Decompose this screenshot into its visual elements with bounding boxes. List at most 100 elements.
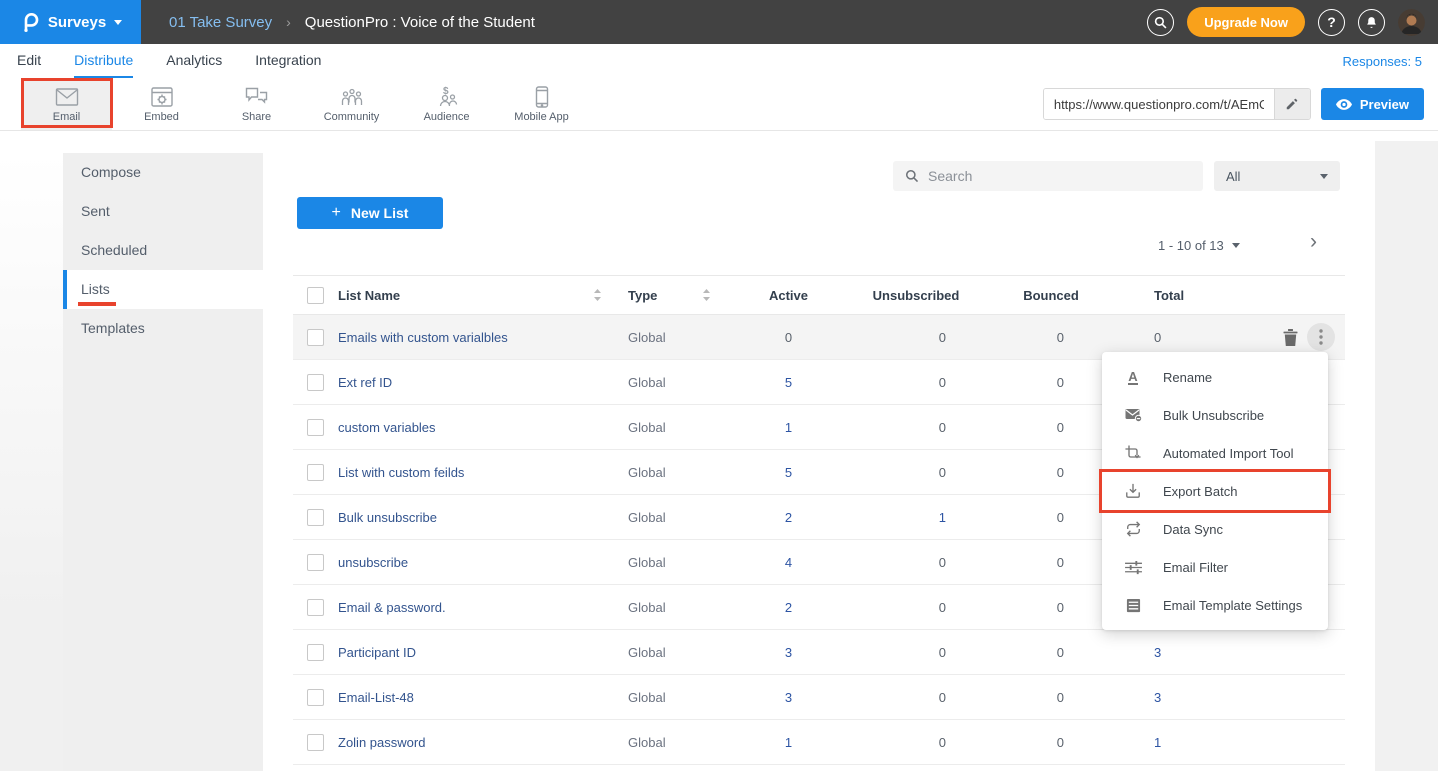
channel-mobile-app[interactable]: Mobile App <box>496 79 587 130</box>
preview-button[interactable]: Preview <box>1321 88 1424 120</box>
table-row: Email-List-48 Global 3 0 0 3 <box>293 675 1345 720</box>
channel-community[interactable]: Community <box>306 79 397 130</box>
row-checkbox[interactable] <box>307 599 324 616</box>
menu-item-export-batch[interactable]: Export Batch <box>1102 472 1328 510</box>
row-checkbox[interactable] <box>307 464 324 481</box>
channel-email[interactable]: Email <box>21 79 112 130</box>
sort-type-icon[interactable] <box>702 288 711 302</box>
list-filter-dropdown[interactable]: All <box>1214 161 1340 191</box>
sidebar-item-sent[interactable]: Sent <box>63 192 263 231</box>
channel-label: Audience <box>424 111 470 123</box>
active-count: 3 <box>741 645 836 660</box>
list-name-link[interactable]: Participant ID <box>338 645 606 660</box>
mobile-phone-icon <box>535 85 549 108</box>
list-name-link[interactable]: List with custom feilds <box>338 465 606 480</box>
eye-icon <box>1336 99 1352 110</box>
channel-label: Embed <box>144 111 179 123</box>
row-checkbox[interactable] <box>307 329 324 346</box>
help-icon[interactable]: ? <box>1318 9 1345 36</box>
search-input[interactable] <box>928 168 1191 184</box>
embed-icon <box>151 85 173 108</box>
responses-count[interactable]: Responses: 5 <box>1343 54 1423 69</box>
row-checkbox[interactable] <box>307 644 324 661</box>
audience-dollar-icon: $ <box>435 85 459 108</box>
sort-list-name-icon[interactable] <box>593 288 602 302</box>
menu-item-email-filter[interactable]: Email Filter <box>1102 548 1328 586</box>
sidebar-item-templates[interactable]: Templates <box>63 309 263 348</box>
list-name-link[interactable]: Bulk unsubscribe <box>338 510 606 525</box>
notifications-bell-icon[interactable] <box>1358 9 1385 36</box>
menu-item-email-template-settings[interactable]: Email Template Settings <box>1102 586 1328 624</box>
pagination-range-dropdown[interactable]: 1 - 10 of 13 <box>1158 238 1240 253</box>
list-type: Global <box>606 555 741 570</box>
chevron-down-icon <box>1232 243 1240 248</box>
row-checkbox[interactable] <box>307 419 324 436</box>
select-all-checkbox[interactable] <box>307 287 324 304</box>
channel-audience[interactable]: $ Audience <box>401 79 492 130</box>
list-name-link[interactable]: Email & password. <box>338 600 606 615</box>
channel-share[interactable]: Share <box>211 79 302 130</box>
active-count: 2 <box>741 600 836 615</box>
survey-url-box <box>1043 88 1311 120</box>
search-icon[interactable] <box>1147 9 1174 36</box>
table-header-row: List Name Type Active Unsubscribed Bounc… <box>293 275 1345 315</box>
unsubscribed-count: 0 <box>836 600 996 615</box>
survey-url-input[interactable] <box>1044 89 1274 119</box>
total-count: 0 <box>1106 330 1241 345</box>
tab-analytics[interactable]: Analytics <box>166 44 222 78</box>
upgrade-now-button[interactable]: Upgrade Now <box>1187 7 1305 37</box>
table-row: Zolin password Global 1 0 0 1 <box>293 720 1345 765</box>
filter-selected-value: All <box>1226 169 1240 184</box>
data-sync-icon <box>1124 521 1142 537</box>
menu-item-bulk-unsubscribe[interactable]: Bulk Unsubscribe <box>1102 396 1328 434</box>
list-name-link[interactable]: Ext ref ID <box>338 375 606 390</box>
sidebar-item-compose[interactable]: Compose <box>63 153 263 192</box>
list-name-link[interactable]: unsubscribe <box>338 555 606 570</box>
channel-embed[interactable]: Embed <box>116 79 207 130</box>
sidebar-item-scheduled[interactable]: Scheduled <box>63 231 263 270</box>
unsubscribed-count: 0 <box>836 690 996 705</box>
app-menu-label: Surveys <box>48 14 106 31</box>
delete-list-trash-icon[interactable] <box>1283 329 1298 346</box>
right-gutter <box>1375 141 1438 771</box>
tab-integration[interactable]: Integration <box>255 44 321 78</box>
menu-item-rename[interactable]: A Rename <box>1102 358 1328 396</box>
row-actions <box>1283 323 1335 351</box>
row-checkbox[interactable] <box>307 374 324 391</box>
edit-url-pencil-icon[interactable] <box>1274 89 1310 119</box>
list-name-link[interactable]: custom variables <box>338 420 606 435</box>
unsubscribed-count: 0 <box>836 735 996 750</box>
active-count: 3 <box>741 690 836 705</box>
row-menu-dots-icon[interactable] <box>1307 323 1335 351</box>
tab-distribute[interactable]: Distribute <box>74 44 133 78</box>
surveys-app-menu[interactable]: Surveys <box>0 0 141 44</box>
row-checkbox[interactable] <box>307 734 324 751</box>
list-type: Global <box>606 690 741 705</box>
row-checkbox[interactable] <box>307 554 324 571</box>
bounced-count: 0 <box>996 735 1106 750</box>
breadcrumb-survey-link[interactable]: 01 Take Survey <box>169 14 272 31</box>
pagination-next-icon[interactable]: › <box>1310 230 1317 254</box>
export-batch-download-icon <box>1124 483 1142 499</box>
list-name-link[interactable]: Emails with custom varialbles <box>338 330 606 345</box>
menu-item-automated-import[interactable]: Automated Import Tool <box>1102 434 1328 472</box>
breadcrumb: 01 Take Survey › QuestionPro : Voice of … <box>169 14 535 31</box>
bulk-unsubscribe-icon <box>1124 408 1142 422</box>
total-count: 3 <box>1106 690 1241 705</box>
chevron-down-icon <box>1320 174 1328 179</box>
menu-item-label: Automated Import Tool <box>1163 446 1294 461</box>
tab-edit[interactable]: Edit <box>17 44 41 78</box>
sidebar-item-lists[interactable]: Lists <box>63 270 263 309</box>
menu-item-label: Export Batch <box>1163 484 1237 499</box>
bounced-count: 0 <box>996 690 1106 705</box>
avatar[interactable] <box>1398 9 1425 36</box>
menu-item-data-sync[interactable]: Data Sync <box>1102 510 1328 548</box>
new-list-button[interactable]: + New List <box>297 197 443 229</box>
share-chat-icon <box>245 85 268 108</box>
row-checkbox[interactable] <box>307 509 324 526</box>
col-header-active: Active <box>741 288 836 303</box>
list-name-link[interactable]: Zolin password <box>338 735 606 750</box>
rename-icon: A <box>1124 370 1142 385</box>
list-name-link[interactable]: Email-List-48 <box>338 690 606 705</box>
row-checkbox[interactable] <box>307 689 324 706</box>
